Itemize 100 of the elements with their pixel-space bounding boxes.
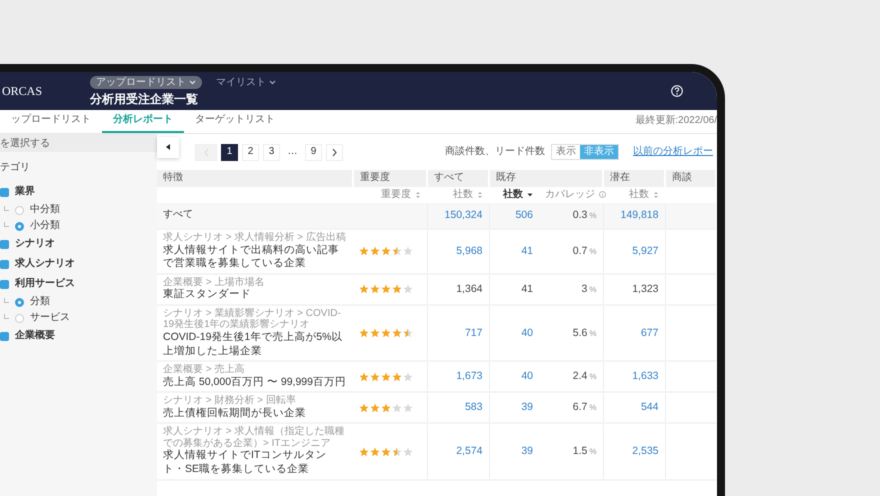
feature-name: 東証スタンダード <box>163 288 252 302</box>
column-header: 商談 <box>665 170 716 186</box>
star-icon <box>381 372 391 382</box>
help-icon[interactable] <box>671 85 683 97</box>
page-button[interactable]: 3 <box>263 144 280 160</box>
tab[interactable]: ップロードリスト <box>0 110 102 133</box>
toggle-label: 商談件数、リード件数 <box>445 146 545 158</box>
list-menu[interactable]: マイリスト <box>210 76 282 88</box>
column-subheader[interactable]: 社数 <box>629 188 649 201</box>
star-icon <box>381 446 391 457</box>
column-subheader[interactable]: 重要度 <box>381 188 411 201</box>
count-link[interactable]: 5,927 <box>632 244 658 257</box>
option-label[interactable]: サービス <box>30 312 70 325</box>
column-subheader[interactable]: カバレッジ <box>545 188 595 201</box>
tab[interactable]: ターゲットリスト <box>184 110 286 133</box>
count-link[interactable]: 1,673 <box>456 370 482 382</box>
star-icon <box>392 446 402 457</box>
triangle-left-icon <box>165 143 171 151</box>
page-button[interactable]: 2 <box>242 144 259 160</box>
breadcrumb: 企業概要 > 売上高 <box>163 364 246 376</box>
column-header: 潜在 <box>603 170 665 186</box>
count-link[interactable]: 2,535 <box>632 445 658 458</box>
star-icon <box>359 372 369 382</box>
checkbox[interactable] <box>0 240 9 249</box>
star-icon <box>370 402 380 413</box>
next-page-button[interactable] <box>326 144 343 160</box>
star-icon <box>392 402 402 413</box>
search-field[interactable]: を選択する <box>0 134 157 152</box>
count-link[interactable]: 40 <box>521 370 533 382</box>
radio-button[interactable] <box>15 206 24 215</box>
star-icon <box>359 284 369 294</box>
star-icon <box>403 402 413 413</box>
count-link[interactable]: 544 <box>640 401 658 414</box>
option-label[interactable]: 小分類 <box>30 220 60 233</box>
coverage-value: 0.3 % <box>572 208 596 221</box>
collapse-button[interactable] <box>157 136 179 158</box>
radio-button[interactable] <box>15 298 24 307</box>
option-label[interactable]: 求人シナリオ <box>15 258 75 271</box>
column-header: 既存 <box>489 170 603 186</box>
option-label[interactable]: 中分類 <box>30 204 60 217</box>
page-button[interactable]: 1 <box>221 144 238 160</box>
radio-button[interactable] <box>15 222 24 231</box>
checkbox[interactable] <box>0 332 9 341</box>
count-link[interactable]: 41 <box>521 244 533 257</box>
star-icon <box>403 284 413 294</box>
coverage-value: 2.4 % <box>572 370 596 382</box>
option-label[interactable]: 企業概要 <box>15 330 55 343</box>
feature-name: 求人情報サイトで出稿料の高い記事で営業職を募集している企業 <box>163 244 340 271</box>
radio-button[interactable] <box>15 314 24 323</box>
count-link[interactable]: 1,633 <box>632 370 658 382</box>
coverage-value: 5.6 % <box>572 326 596 338</box>
previous-report-link[interactable]: 以前の分析レポー <box>633 146 713 158</box>
count-link[interactable]: 5,968 <box>456 244 482 257</box>
breadcrumb: 求人シナリオ > 求人情報（指定した職種での募集がある企業）> ITエンジニア <box>163 426 346 449</box>
count-value: 41 <box>521 282 533 295</box>
count-link[interactable]: 2,574 <box>456 445 482 458</box>
star-icon <box>359 246 369 256</box>
star-icon <box>370 446 380 457</box>
page-button[interactable]: 9 <box>305 144 322 160</box>
count-link[interactable]: 39 <box>521 401 533 414</box>
coverage-value: 0.7 % <box>572 244 596 257</box>
logo: ORCAS <box>2 84 42 98</box>
count-link[interactable]: 717 <box>464 326 482 338</box>
option-label[interactable]: 業界 <box>15 186 35 199</box>
breadcrumb: シナリオ > 財務分析 > 回転率 <box>163 395 297 407</box>
breadcrumb: シナリオ > 業績影響シナリオ > COVID-19発生後1年の業績影響シナリオ <box>163 308 342 331</box>
option-label[interactable]: 利用サービス <box>15 278 75 291</box>
option-label[interactable]: シナリオ <box>15 238 55 251</box>
count-link[interactable]: 677 <box>640 326 658 338</box>
star-icon <box>381 284 391 294</box>
star-icon <box>392 284 402 294</box>
star-icon <box>403 372 413 382</box>
toggle-option[interactable]: 非表示 <box>580 144 618 160</box>
option-label[interactable]: 分類 <box>30 296 50 309</box>
column-header: 重要度 <box>353 170 427 186</box>
star-icon <box>381 402 391 413</box>
breadcrumb: 企業概要 > 上場市場名 <box>163 276 266 288</box>
column-subheader[interactable]: 社数 <box>503 188 523 201</box>
section-heading: テゴリ <box>0 162 31 174</box>
count-link[interactable]: 40 <box>521 326 533 338</box>
ellipsis: … <box>286 144 298 159</box>
row-label: すべて <box>163 209 193 220</box>
count-link[interactable]: 39 <box>521 445 533 458</box>
count-link[interactable]: 506 <box>515 208 533 221</box>
page-title: 分析用受注企業一覧 <box>90 92 200 106</box>
last-updated: 最終更新:2022/06/ <box>635 115 717 128</box>
checkbox[interactable] <box>0 280 9 289</box>
coverage-value: 6.7 % <box>572 401 596 414</box>
chevron-right-icon <box>331 148 338 156</box>
checkbox[interactable] <box>0 188 9 197</box>
checkbox[interactable] <box>0 260 9 269</box>
column-subheader[interactable]: 社数 <box>453 188 473 201</box>
star-icon <box>403 446 413 457</box>
count-link[interactable]: 583 <box>464 401 482 414</box>
star-icon <box>381 328 391 338</box>
star-icon <box>392 246 402 256</box>
star-icon <box>370 284 380 294</box>
star-icon <box>403 246 413 256</box>
column-header: 特徴 <box>157 170 353 186</box>
list-menu[interactable]: アップロードリスト <box>90 76 202 88</box>
